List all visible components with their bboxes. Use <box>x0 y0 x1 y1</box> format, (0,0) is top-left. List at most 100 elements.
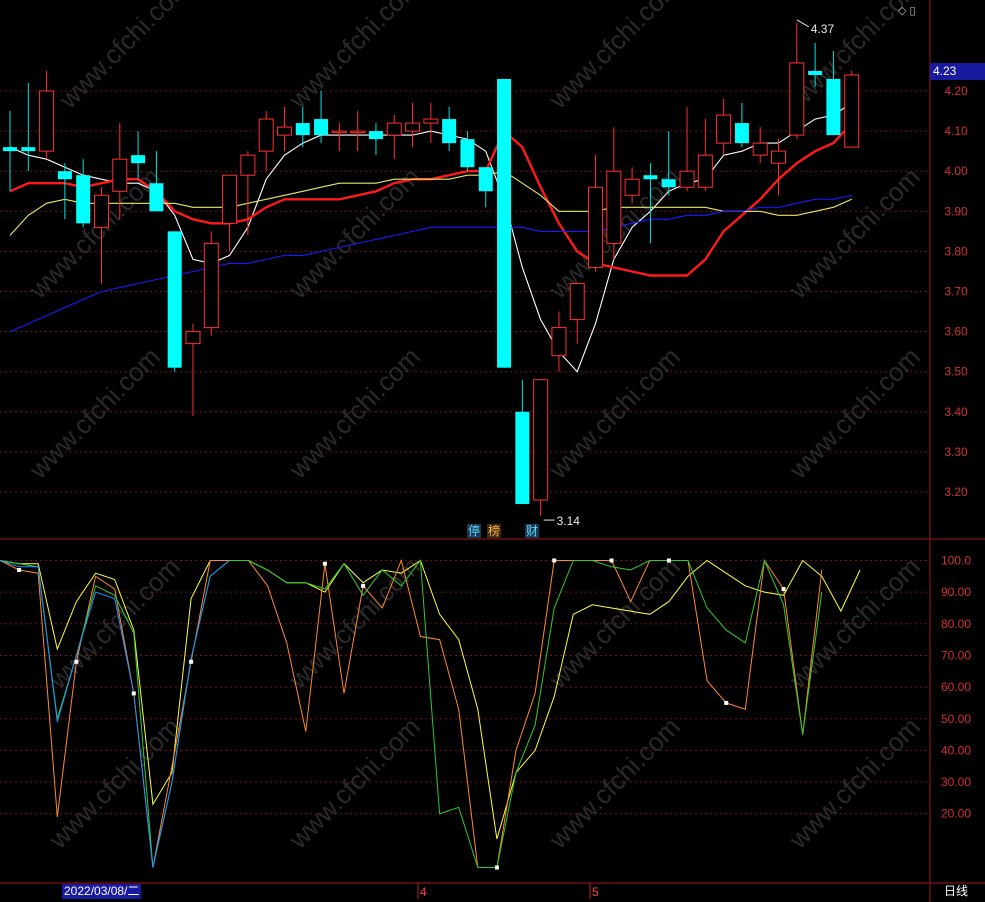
candle-body-down <box>460 139 475 168</box>
candle-body-down <box>826 78 841 136</box>
current-price-label: 4.23 <box>930 63 985 80</box>
date-tick-label: 5 <box>592 885 599 899</box>
indicator-marker <box>322 561 327 566</box>
candle-body-down <box>314 119 329 136</box>
high-pointer <box>796 19 810 28</box>
candle-body-up <box>350 130 366 134</box>
cursor-date-label: 2022/03/08/二 <box>62 884 142 899</box>
watermark-text: www.cfchi.com <box>22 341 165 484</box>
watermark-text: www.cfchi.com <box>782 551 925 694</box>
price-tick-label: 3.80 <box>944 244 968 258</box>
candle-body-up <box>93 194 109 228</box>
watermark-text: www.cfchi.com <box>542 551 685 694</box>
price-axis: 4.20 4.10 4.00 3.90 3.80 3.70 3.60 3.50 3.40 3.30… <box>944 84 968 499</box>
event-tag-suspend[interactable]: 停 <box>467 524 481 538</box>
indicator-tick-label: 20.00 <box>941 807 971 821</box>
indicator-marker <box>552 558 557 563</box>
indicator-tick-label: 100.0 <box>941 554 971 568</box>
candle-body-up <box>112 158 128 192</box>
watermark-text: www.cfchi.com <box>542 711 685 854</box>
ma-line-3 <box>9 194 852 333</box>
indicator-marker <box>17 567 22 572</box>
candle-body-down <box>808 70 823 75</box>
watermark-text: www.cfchi.com <box>52 0 195 115</box>
watermark-text: www.cfchi.com <box>782 161 925 304</box>
price-tick-label: 4.10 <box>944 124 968 138</box>
candle-body-up <box>222 174 238 224</box>
candle-body-up <box>588 186 604 268</box>
price-tick-label: 3.90 <box>944 204 968 218</box>
candle-body-down <box>643 175 658 180</box>
candle-body-down <box>295 123 310 136</box>
period-daily-button[interactable]: 日线 <box>944 884 968 899</box>
watermark-text: www.cfchi.com <box>42 711 185 854</box>
price-tick-label: 3.60 <box>944 325 968 339</box>
candle-body-up <box>789 62 805 136</box>
candle-body-down <box>497 78 512 368</box>
candle-body-down <box>442 119 457 144</box>
candle-body-down <box>21 147 36 152</box>
watermark-text: www.cfchi.com <box>782 341 925 484</box>
indicator-marker <box>74 659 79 664</box>
candle-body-up <box>844 74 860 148</box>
candle-body-down <box>131 155 146 164</box>
event-tag-finance[interactable]: 财 <box>525 524 539 538</box>
indicator-tick-label: 40.00 <box>941 743 971 757</box>
indicator-tick-label: 30.00 <box>941 775 971 789</box>
indicator-tick-label: 90.00 <box>941 585 971 599</box>
candle-body-up <box>752 142 768 156</box>
watermark-text: www.cfchi.com <box>282 0 425 115</box>
high-price-label: 4.37 <box>811 22 835 36</box>
indicator-tick-label: 60.00 <box>941 680 971 694</box>
date-axis: 45 <box>417 883 599 899</box>
candle-body-up <box>185 331 201 345</box>
candle-body-down <box>661 179 676 188</box>
candle-body-up <box>331 130 347 134</box>
candle-body-up <box>679 170 695 188</box>
candle-body-up <box>771 150 787 164</box>
watermark-text: www.cfchi.com <box>282 341 425 484</box>
event-tag-ranking[interactable]: 榜 <box>487 524 501 538</box>
indicator-marker <box>361 583 366 588</box>
price-tick-label: 3.30 <box>944 445 968 459</box>
watermark-text: www.cfchi.com <box>542 0 685 115</box>
candle-body-up <box>203 242 219 329</box>
candlesticks <box>3 22 860 517</box>
candle-body-down <box>734 123 749 144</box>
indicator-tick-label: 70.00 <box>941 648 971 662</box>
watermark-text: www.cfchi.com <box>542 341 685 484</box>
low-price-label: 3.14 <box>557 514 581 528</box>
indicator-tick-label: 50.00 <box>941 712 971 726</box>
candle-body-up <box>240 154 256 176</box>
price-tick-label: 3.40 <box>944 405 968 419</box>
candle-body-up <box>276 126 292 136</box>
chart-options-icons[interactable]: ◇ ▯ <box>898 4 916 17</box>
watermark-text: www.cfchi.com <box>282 711 425 854</box>
candle-body-down <box>515 411 530 505</box>
price-tick-label: 3.50 <box>944 365 968 379</box>
candle-body-up <box>551 327 567 357</box>
price-tick-label: 3.70 <box>944 285 968 299</box>
candle-body-up <box>716 114 732 144</box>
indicator-marker <box>609 558 614 563</box>
candle-body-down <box>149 183 164 212</box>
candle-body-up <box>606 170 622 244</box>
indicator-marker <box>494 865 499 870</box>
indicator-marker <box>724 700 729 705</box>
indicator-marker <box>781 586 786 591</box>
watermark-text: www.cfchi.com <box>782 711 925 854</box>
indicator-marker <box>131 691 136 696</box>
candle-body-up <box>624 178 640 196</box>
candle-body-up <box>405 122 421 132</box>
indicator-axis: 100.0 90.00 80.00 70.00 60.00 50.00 40.00 30.00… <box>941 554 971 821</box>
candle-body-down <box>478 167 493 192</box>
candle-body-up <box>258 118 274 152</box>
watermark-text: www.cfchi.com <box>42 551 185 694</box>
date-tick-label: 4 <box>420 885 427 899</box>
indicator-tick-label: 80.00 <box>941 617 971 631</box>
candle-body-up <box>386 122 402 136</box>
stock-chart: www.cfchi.com www.cfchi.com www.cfchi.com w… <box>0 0 985 902</box>
candle-body-up <box>423 118 439 124</box>
price-tick-label: 4.00 <box>944 164 968 178</box>
candle-body-up <box>697 154 713 188</box>
